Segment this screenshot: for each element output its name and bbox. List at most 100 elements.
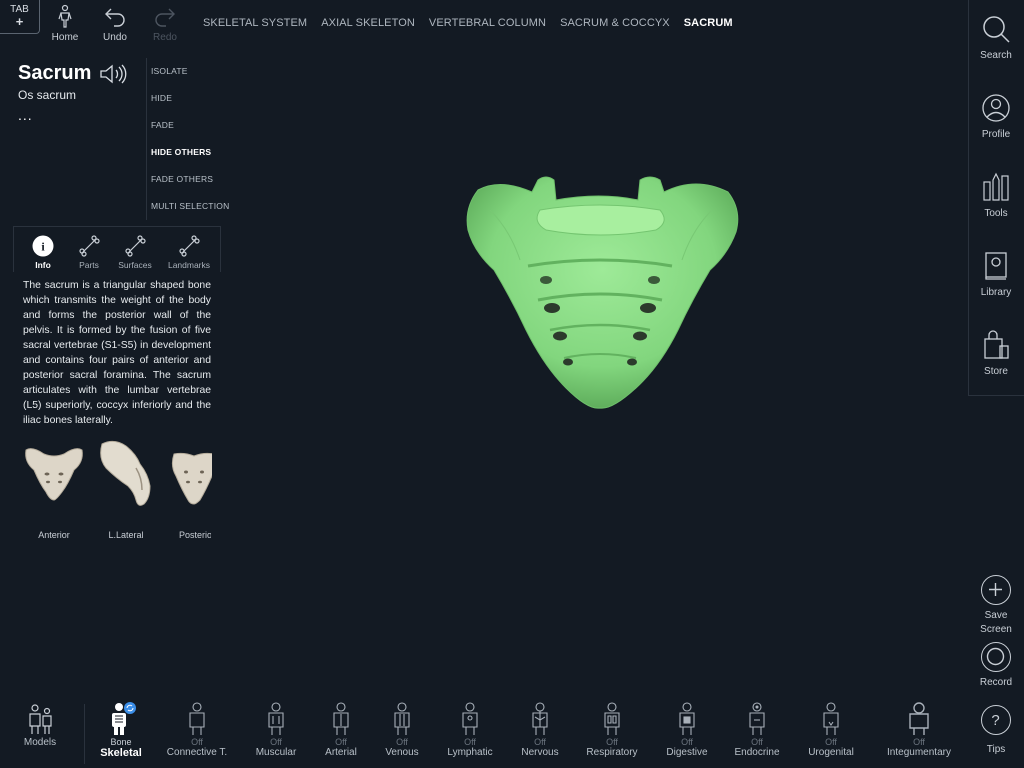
tips-button[interactable]: ? [981, 705, 1011, 735]
tab-parts-label: Parts [79, 260, 99, 270]
help-question-icon: ? [991, 712, 999, 729]
plus-icon [989, 583, 1002, 596]
structure-description: The sacrum is a triangular shaped bone w… [23, 280, 211, 426]
thumbnail-anterior[interactable] [22, 444, 86, 504]
thumbnail-label-lateral: L.Lateral [108, 530, 144, 540]
redo-button[interactable]: Redo [143, 4, 187, 43]
tab-button[interactable]: TAB + [0, 0, 40, 34]
models-people-icon [29, 704, 52, 734]
more-options-button[interactable]: ... [18, 107, 33, 123]
tips-label: Tips [986, 744, 1006, 755]
action-menu: ISOLATE HIDE FADE HIDE OTHERS FADE OTHER… [146, 58, 229, 220]
system-name: Respiratory [586, 747, 638, 758]
home-button[interactable]: Home [43, 4, 87, 43]
fade-action[interactable]: FADE [147, 112, 222, 139]
multi-selection-action[interactable]: MULTI SELECTION [147, 193, 229, 220]
bone-parts-icon [79, 235, 100, 257]
system-venous[interactable]: Off Venous [379, 702, 425, 759]
tab-landmarks[interactable]: Landmarks [158, 227, 220, 272]
bone-landmarks-icon [179, 235, 200, 257]
lungs-figure-icon [604, 702, 620, 735]
thumbnail-lateral[interactable] [96, 438, 156, 510]
tab-parts[interactable]: Parts [66, 227, 112, 272]
home-label: Home [51, 32, 79, 43]
system-digestive[interactable]: Off Digestive [659, 702, 715, 759]
breadcrumb-item[interactable]: AXIAL SKELETON [314, 17, 422, 33]
sacrum-3d-model[interactable] [460, 170, 745, 415]
tab-surfaces-label: Surfaces [118, 260, 152, 270]
profile-label: Profile [981, 129, 1011, 140]
home-figure-icon [58, 4, 72, 28]
record-button[interactable] [981, 642, 1011, 672]
library-button[interactable]: Library [968, 251, 1024, 298]
system-state: Off [270, 737, 282, 747]
hide-action[interactable]: HIDE [147, 85, 222, 112]
undo-button[interactable]: Undo [93, 4, 137, 43]
save-screen-label: Save Screen [980, 610, 1012, 635]
system-state: Off [191, 737, 203, 747]
store-label: Store [984, 366, 1008, 377]
breadcrumb-item[interactable]: SKELETAL SYSTEM [196, 17, 314, 33]
breadcrumb-item[interactable]: SACRUM & COCCYX [553, 17, 677, 33]
tab-landmarks-label: Landmarks [167, 260, 211, 270]
fade-others-action[interactable]: FADE OTHERS [147, 166, 222, 193]
breadcrumb-item-current[interactable]: SACRUM [677, 17, 740, 33]
system-name: Venous [385, 747, 419, 758]
tab-info[interactable]: i Info [20, 227, 66, 272]
svg-text:?: ? [991, 712, 999, 729]
models-button[interactable]: Models [18, 702, 62, 749]
speaker-icon[interactable] [99, 63, 129, 85]
hide-others-action[interactable]: HIDE OTHERS [147, 139, 222, 166]
system-name: Urogenital [808, 747, 854, 758]
system-lymphatic[interactable]: Off Lymphatic [440, 702, 500, 759]
library-label: Library [980, 287, 1012, 298]
system-name: Skeletal [100, 747, 142, 759]
bone-surfaces-icon [125, 235, 146, 257]
system-name: Nervous [521, 747, 559, 758]
breadcrumb: SKELETAL SYSTEM AXIAL SKELETON VERTEBRAL… [196, 17, 740, 33]
system-name: Connective T. [166, 747, 228, 758]
system-muscular[interactable]: Off Muscular [250, 702, 302, 759]
lymphatic-figure-icon [462, 702, 478, 735]
redo-icon [155, 8, 175, 27]
system-state: Off [606, 737, 618, 747]
system-nervous[interactable]: Off Nervous [514, 702, 566, 759]
system-name: Integumentary [887, 747, 951, 758]
system-name: Lymphatic [447, 747, 493, 758]
record-label: Record [979, 677, 1013, 688]
tab-surfaces[interactable]: Surfaces [112, 227, 158, 272]
system-skeletal[interactable]: Bone Skeletal [98, 702, 144, 759]
models-label: Models [23, 737, 57, 748]
save-screen-button[interactable] [981, 575, 1011, 605]
undo-icon [105, 8, 125, 27]
system-connective-tissue[interactable]: Off Connective T. [162, 702, 232, 759]
thumbnail-label-posterior: Posterior [179, 530, 211, 540]
endocrine-figure-icon [749, 702, 765, 735]
system-name: Endocrine [734, 747, 780, 758]
system-respiratory[interactable]: Off Respiratory [580, 702, 644, 759]
search-button[interactable]: Search [968, 14, 1024, 61]
bottom-divider [84, 704, 85, 764]
system-state: Bone [110, 737, 132, 747]
tab-info-label: Info [35, 260, 51, 270]
tools-button[interactable]: Tools [968, 172, 1024, 219]
profile-button[interactable]: Profile [968, 93, 1024, 140]
system-state: Off [396, 737, 408, 747]
system-state: Off [825, 737, 837, 747]
thumbnail-label-anterior: Anterior [38, 530, 70, 540]
system-endocrine[interactable]: Off Endocrine [729, 702, 785, 759]
breadcrumb-item[interactable]: VERTEBRAL COLUMN [422, 17, 553, 33]
system-name: Muscular [255, 747, 297, 758]
info-tabs: i Info Parts Surfaces Landmarks [13, 226, 221, 272]
system-integumentary[interactable]: Off Integumentary [880, 702, 958, 759]
system-arterial[interactable]: Off Arterial [318, 702, 364, 759]
search-icon [983, 16, 1010, 43]
store-button[interactable]: Store [968, 330, 1024, 377]
structure-latin-name: Os sacrum [18, 88, 77, 102]
system-urogenital[interactable]: Off Urogenital [800, 702, 862, 759]
venous-figure-icon [394, 702, 410, 735]
system-state: Off [464, 737, 476, 747]
info-icon: i [32, 235, 54, 257]
thumbnail-posterior[interactable] [170, 450, 212, 506]
isolate-action[interactable]: ISOLATE [147, 58, 222, 85]
